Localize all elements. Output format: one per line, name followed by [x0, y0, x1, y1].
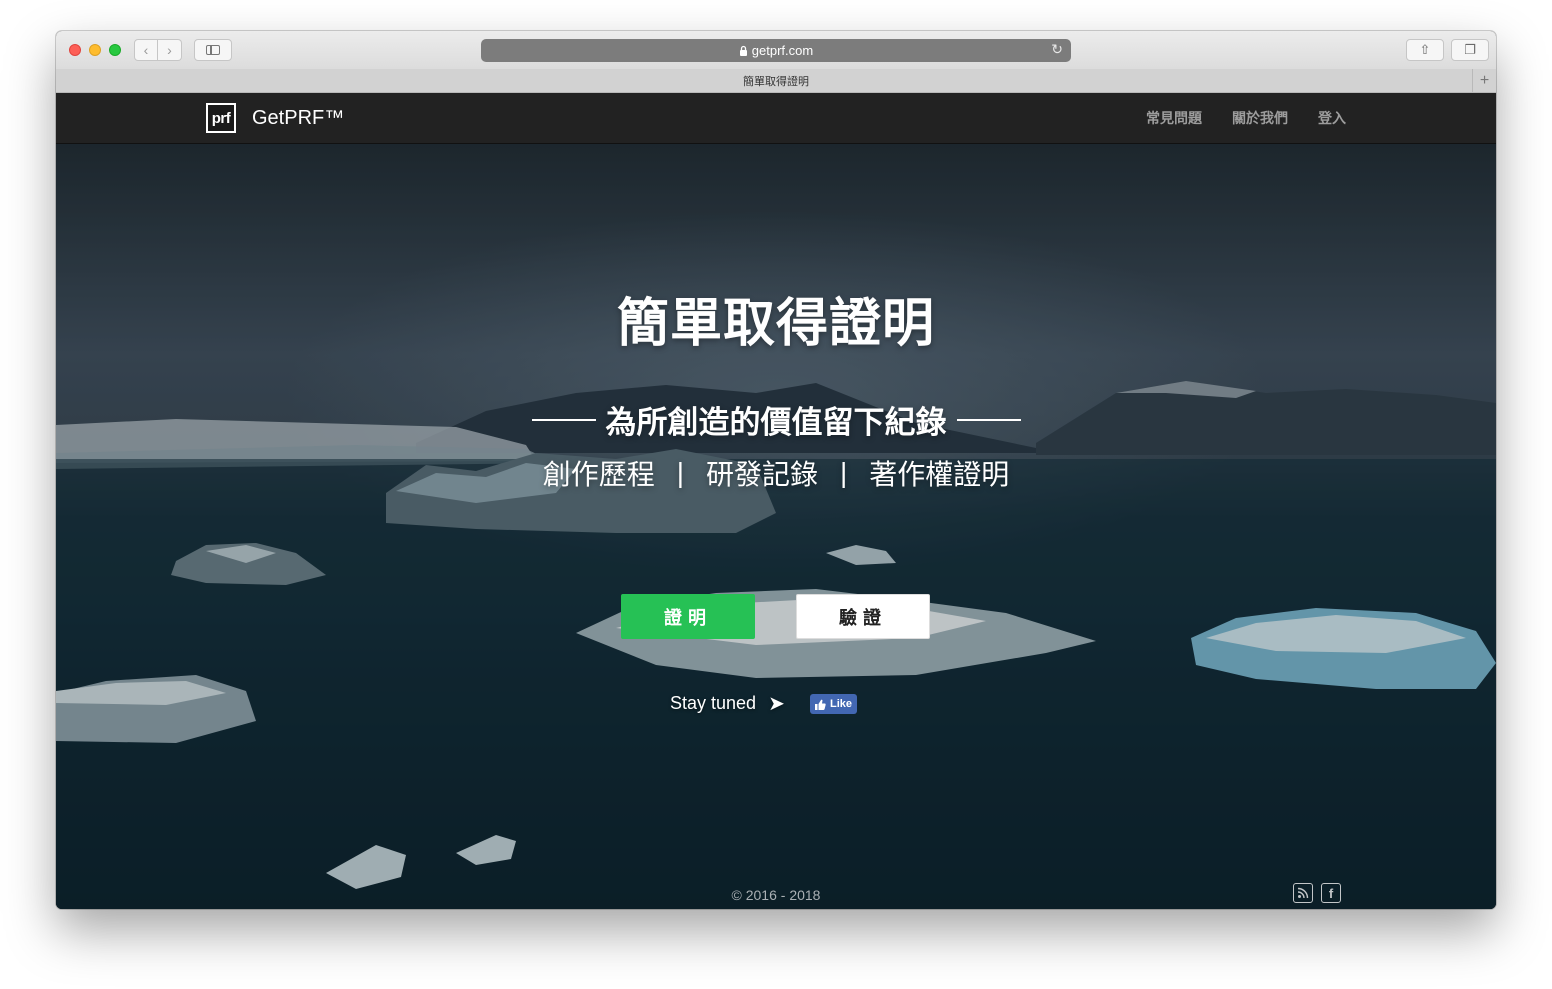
address-bar[interactable]: getprf.com ↻	[481, 39, 1071, 62]
brand-link[interactable]: prf GetPRF™	[206, 103, 344, 133]
verify-button[interactable]: 驗證	[796, 594, 930, 639]
nav-links: 常見問題 關於我們 登入	[1116, 93, 1346, 143]
rss-icon[interactable]	[1293, 883, 1313, 903]
share-button[interactable]: ⇧	[1406, 39, 1444, 61]
show-tabs-button[interactable]: ❐	[1451, 39, 1489, 61]
tag-copyright-proof: 著作權證明	[869, 459, 1010, 490]
left-dash	[531, 418, 596, 421]
share-icon: ⇧	[1419, 42, 1431, 57]
tab-bar: 簡單取得證明 +	[56, 69, 1496, 93]
prf-logo: prf	[206, 103, 236, 133]
new-tab-button[interactable]: +	[1472, 69, 1496, 92]
sidebar-toggle-button[interactable]	[194, 39, 232, 61]
browser-window: ‹ › getprf.com ↻ ⇧ ❐ 簡單取得證明 + prf GetPRF…	[56, 31, 1496, 909]
hero-tags: 創作歷程 | 研發記錄 | 著作權證明	[56, 453, 1496, 493]
copyright-text: © 2016 - 2018	[731, 887, 821, 903]
rss-glyph	[1297, 887, 1309, 899]
facebook-icon[interactable]: f	[1321, 883, 1341, 903]
tabs-icon: ❐	[1464, 42, 1476, 57]
nav-link-login[interactable]: 登入	[1318, 108, 1346, 128]
tag-separator: |	[676, 457, 684, 488]
hero-subtitle: 為所創造的價值留下紀錄	[605, 405, 947, 440]
prove-button[interactable]: 證明	[621, 594, 755, 639]
facebook-like-button[interactable]: Like	[810, 694, 858, 714]
reload-icon[interactable]: ↻	[1051, 41, 1063, 58]
right-dash	[956, 418, 1021, 421]
nav-link-faq[interactable]: 常見問題	[1146, 108, 1202, 128]
thumbs-up-icon	[815, 699, 826, 710]
like-label: Like	[830, 698, 853, 710]
site-navbar: prf GetPRF™ 常見問題 關於我們 登入	[56, 93, 1496, 144]
glacier-lagoon-image	[56, 93, 1496, 909]
tag-rd-records: 研發記錄	[705, 459, 818, 490]
forward-button[interactable]: ›	[158, 39, 182, 61]
minimize-window-button[interactable]	[89, 44, 101, 56]
close-window-button[interactable]	[69, 44, 81, 56]
brand-name: GetPRF™	[252, 106, 345, 129]
back-button[interactable]: ‹	[134, 39, 158, 61]
nav-link-about[interactable]: 關於我們	[1232, 108, 1288, 128]
lock-icon	[739, 45, 747, 56]
stay-tuned-text: Stay tuned	[670, 693, 757, 713]
arrow-right-icon: ➤	[768, 693, 785, 715]
tab-title[interactable]: 簡單取得證明	[743, 73, 809, 89]
web-page: prf GetPRF™ 常見問題 關於我們 登入 簡單取得證明 為所創造的價值留…	[56, 93, 1496, 909]
hero-subtitle-row: 為所創造的價值留下紀錄	[56, 397, 1496, 442]
browser-toolbar: ‹ › getprf.com ↻ ⇧ ❐	[56, 31, 1496, 70]
sidebar-icon	[206, 45, 220, 55]
url-text: getprf.com	[751, 43, 814, 58]
tag-creation-history: 創作歷程	[542, 459, 655, 490]
stay-tuned: Stay tuned ➤	[670, 691, 785, 716]
tag-separator: |	[840, 457, 848, 488]
hero-title: 簡單取得證明	[616, 295, 935, 353]
zoom-window-button[interactable]	[109, 44, 121, 56]
chevron-right-icon: ›	[167, 42, 172, 58]
plus-icon: +	[1479, 71, 1490, 89]
chevron-left-icon: ‹	[143, 42, 149, 58]
